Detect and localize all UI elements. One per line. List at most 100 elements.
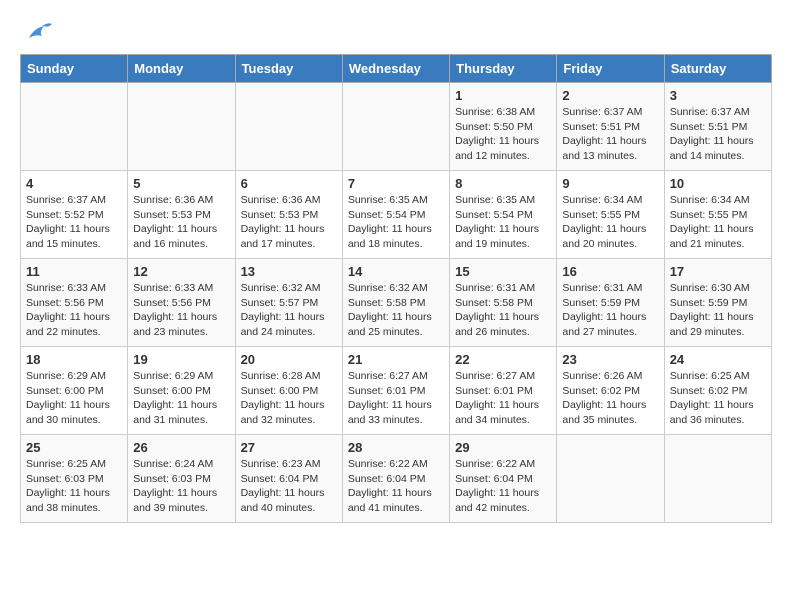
- calendar-week-row: 1 Sunrise: 6:38 AM Sunset: 5:50 PM Daylig…: [21, 83, 772, 171]
- cell-info: Sunrise: 6:23 AM Sunset: 6:04 PM Dayligh…: [241, 457, 337, 516]
- header: [20, 20, 772, 44]
- logo-bird-icon: [24, 20, 54, 44]
- day-number: 25: [26, 440, 122, 455]
- cell-info: Sunrise: 6:22 AM Sunset: 6:04 PM Dayligh…: [348, 457, 444, 516]
- calendar-cell: 9Sunrise: 6:34 AM Sunset: 5:55 PM Daylig…: [557, 171, 664, 259]
- calendar-cell: [21, 83, 128, 171]
- calendar-cell: [664, 435, 771, 523]
- cell-info: Sunrise: 6:25 AM Sunset: 6:02 PM Dayligh…: [670, 369, 766, 428]
- day-number: 29: [455, 440, 551, 455]
- cell-info: Sunrise: 6:36 AM Sunset: 5:53 PM Dayligh…: [133, 193, 229, 252]
- calendar-cell: 7 Sunrise: 6:35 AM Sunset: 5:54 PM Daylig…: [342, 171, 449, 259]
- cell-info: Sunrise: 6:26 AM Sunset: 6:02 PM Dayligh…: [562, 369, 658, 428]
- calendar-cell: 6 Sunrise: 6:36 AM Sunset: 5:53 PM Daylig…: [235, 171, 342, 259]
- calendar-cell: [557, 435, 664, 523]
- calendar-cell: [235, 83, 342, 171]
- cell-info: Sunrise: 6:34 AM Sunset: 5:55 PM Dayligh…: [562, 193, 658, 252]
- calendar-week-row: 4Sunrise: 6:37 AM Sunset: 5:52 PM Daylig…: [21, 171, 772, 259]
- day-number: 3: [670, 88, 766, 103]
- day-header: Friday: [557, 55, 664, 83]
- cell-info: Sunrise: 6:35 AM Sunset: 5:54 PM Dayligh…: [348, 193, 444, 252]
- cell-info: Sunrise: 6:38 AM Sunset: 5:50 PM Dayligh…: [455, 105, 551, 164]
- cell-info: Sunrise: 6:31 AM Sunset: 5:59 PM Dayligh…: [562, 281, 658, 340]
- calendar-cell: 14 Sunrise: 6:32 AM Sunset: 5:58 PM Dayli…: [342, 259, 449, 347]
- calendar-cell: 12Sunrise: 6:33 AM Sunset: 5:56 PM Dayli…: [128, 259, 235, 347]
- day-number: 14: [348, 264, 444, 279]
- day-header: Monday: [128, 55, 235, 83]
- day-number: 24: [670, 352, 766, 367]
- day-number: 22: [455, 352, 551, 367]
- calendar-cell: 27 Sunrise: 6:23 AM Sunset: 6:04 PM Dayli…: [235, 435, 342, 523]
- day-number: 28: [348, 440, 444, 455]
- day-number: 19: [133, 352, 229, 367]
- day-number: 1: [455, 88, 551, 103]
- cell-info: Sunrise: 6:29 AM Sunset: 6:00 PM Dayligh…: [133, 369, 229, 428]
- calendar-cell: 15 Sunrise: 6:31 AM Sunset: 5:58 PM Dayli…: [450, 259, 557, 347]
- calendar-week-row: 11 Sunrise: 6:33 AM Sunset: 5:56 PM Dayli…: [21, 259, 772, 347]
- day-number: 16: [562, 264, 658, 279]
- calendar-cell: 13 Sunrise: 6:32 AM Sunset: 5:57 PM Dayli…: [235, 259, 342, 347]
- day-number: 5: [133, 176, 229, 191]
- cell-info: Sunrise: 6:37 AM Sunset: 5:51 PM Dayligh…: [670, 105, 766, 164]
- calendar-week-row: 25 Sunrise: 6:25 AM Sunset: 6:03 PM Dayli…: [21, 435, 772, 523]
- day-number: 27: [241, 440, 337, 455]
- day-number: 4: [26, 176, 122, 191]
- day-header: Tuesday: [235, 55, 342, 83]
- calendar-cell: 20 Sunrise: 6:28 AM Sunset: 6:00 PM Dayli…: [235, 347, 342, 435]
- cell-info: Sunrise: 6:33 AM Sunset: 5:56 PM Dayligh…: [26, 281, 122, 340]
- calendar-cell: 5 Sunrise: 6:36 AM Sunset: 5:53 PM Daylig…: [128, 171, 235, 259]
- calendar-cell: 26Sunrise: 6:24 AM Sunset: 6:03 PM Dayli…: [128, 435, 235, 523]
- day-number: 10: [670, 176, 766, 191]
- day-number: 21: [348, 352, 444, 367]
- logo: [20, 20, 54, 44]
- day-number: 18: [26, 352, 122, 367]
- cell-info: Sunrise: 6:32 AM Sunset: 5:58 PM Dayligh…: [348, 281, 444, 340]
- cell-info: Sunrise: 6:27 AM Sunset: 6:01 PM Dayligh…: [455, 369, 551, 428]
- day-number: 8: [455, 176, 551, 191]
- calendar-cell: 29 Sunrise: 6:22 AM Sunset: 6:04 PM Dayli…: [450, 435, 557, 523]
- cell-info: Sunrise: 6:34 AM Sunset: 5:55 PM Dayligh…: [670, 193, 766, 252]
- day-header: Thursday: [450, 55, 557, 83]
- calendar-cell: 22 Sunrise: 6:27 AM Sunset: 6:01 PM Dayli…: [450, 347, 557, 435]
- cell-info: Sunrise: 6:30 AM Sunset: 5:59 PM Dayligh…: [670, 281, 766, 340]
- day-number: 6: [241, 176, 337, 191]
- cell-info: Sunrise: 6:37 AM Sunset: 5:51 PM Dayligh…: [562, 105, 658, 164]
- calendar-cell: 24 Sunrise: 6:25 AM Sunset: 6:02 PM Dayli…: [664, 347, 771, 435]
- cell-info: Sunrise: 6:28 AM Sunset: 6:00 PM Dayligh…: [241, 369, 337, 428]
- calendar-cell: 2Sunrise: 6:37 AM Sunset: 5:51 PM Daylig…: [557, 83, 664, 171]
- calendar-cell: 8 Sunrise: 6:35 AM Sunset: 5:54 PM Daylig…: [450, 171, 557, 259]
- calendar-cell: 11 Sunrise: 6:33 AM Sunset: 5:56 PM Dayli…: [21, 259, 128, 347]
- cell-info: Sunrise: 6:27 AM Sunset: 6:01 PM Dayligh…: [348, 369, 444, 428]
- cell-info: Sunrise: 6:35 AM Sunset: 5:54 PM Dayligh…: [455, 193, 551, 252]
- day-number: 20: [241, 352, 337, 367]
- day-header: Saturday: [664, 55, 771, 83]
- calendar-cell: 4Sunrise: 6:37 AM Sunset: 5:52 PM Daylig…: [21, 171, 128, 259]
- cell-info: Sunrise: 6:31 AM Sunset: 5:58 PM Dayligh…: [455, 281, 551, 340]
- cell-info: Sunrise: 6:36 AM Sunset: 5:53 PM Dayligh…: [241, 193, 337, 252]
- day-number: 17: [670, 264, 766, 279]
- calendar-cell: [342, 83, 449, 171]
- calendar-cell: 18 Sunrise: 6:29 AM Sunset: 6:00 PM Dayli…: [21, 347, 128, 435]
- calendar-cell: 10 Sunrise: 6:34 AM Sunset: 5:55 PM Dayli…: [664, 171, 771, 259]
- cell-info: Sunrise: 6:29 AM Sunset: 6:00 PM Dayligh…: [26, 369, 122, 428]
- calendar-cell: 21 Sunrise: 6:27 AM Sunset: 6:01 PM Dayli…: [342, 347, 449, 435]
- cell-info: Sunrise: 6:22 AM Sunset: 6:04 PM Dayligh…: [455, 457, 551, 516]
- calendar-cell: 28 Sunrise: 6:22 AM Sunset: 6:04 PM Dayli…: [342, 435, 449, 523]
- calendar-cell: 17 Sunrise: 6:30 AM Sunset: 5:59 PM Dayli…: [664, 259, 771, 347]
- cell-info: Sunrise: 6:24 AM Sunset: 6:03 PM Dayligh…: [133, 457, 229, 516]
- day-header: Wednesday: [342, 55, 449, 83]
- calendar-week-row: 18 Sunrise: 6:29 AM Sunset: 6:00 PM Dayli…: [21, 347, 772, 435]
- cell-info: Sunrise: 6:32 AM Sunset: 5:57 PM Dayligh…: [241, 281, 337, 340]
- day-number: 7: [348, 176, 444, 191]
- day-number: 23: [562, 352, 658, 367]
- calendar-cell: 23 Sunrise: 6:26 AM Sunset: 6:02 PM Dayli…: [557, 347, 664, 435]
- day-number: 13: [241, 264, 337, 279]
- cell-info: Sunrise: 6:25 AM Sunset: 6:03 PM Dayligh…: [26, 457, 122, 516]
- calendar-cell: 25 Sunrise: 6:25 AM Sunset: 6:03 PM Dayli…: [21, 435, 128, 523]
- calendar-cell: 19 Sunrise: 6:29 AM Sunset: 6:00 PM Dayli…: [128, 347, 235, 435]
- day-number: 15: [455, 264, 551, 279]
- cell-info: Sunrise: 6:33 AM Sunset: 5:56 PM Dayligh…: [133, 281, 229, 340]
- day-number: 11: [26, 264, 122, 279]
- day-header: Sunday: [21, 55, 128, 83]
- calendar-cell: 3 Sunrise: 6:37 AM Sunset: 5:51 PM Daylig…: [664, 83, 771, 171]
